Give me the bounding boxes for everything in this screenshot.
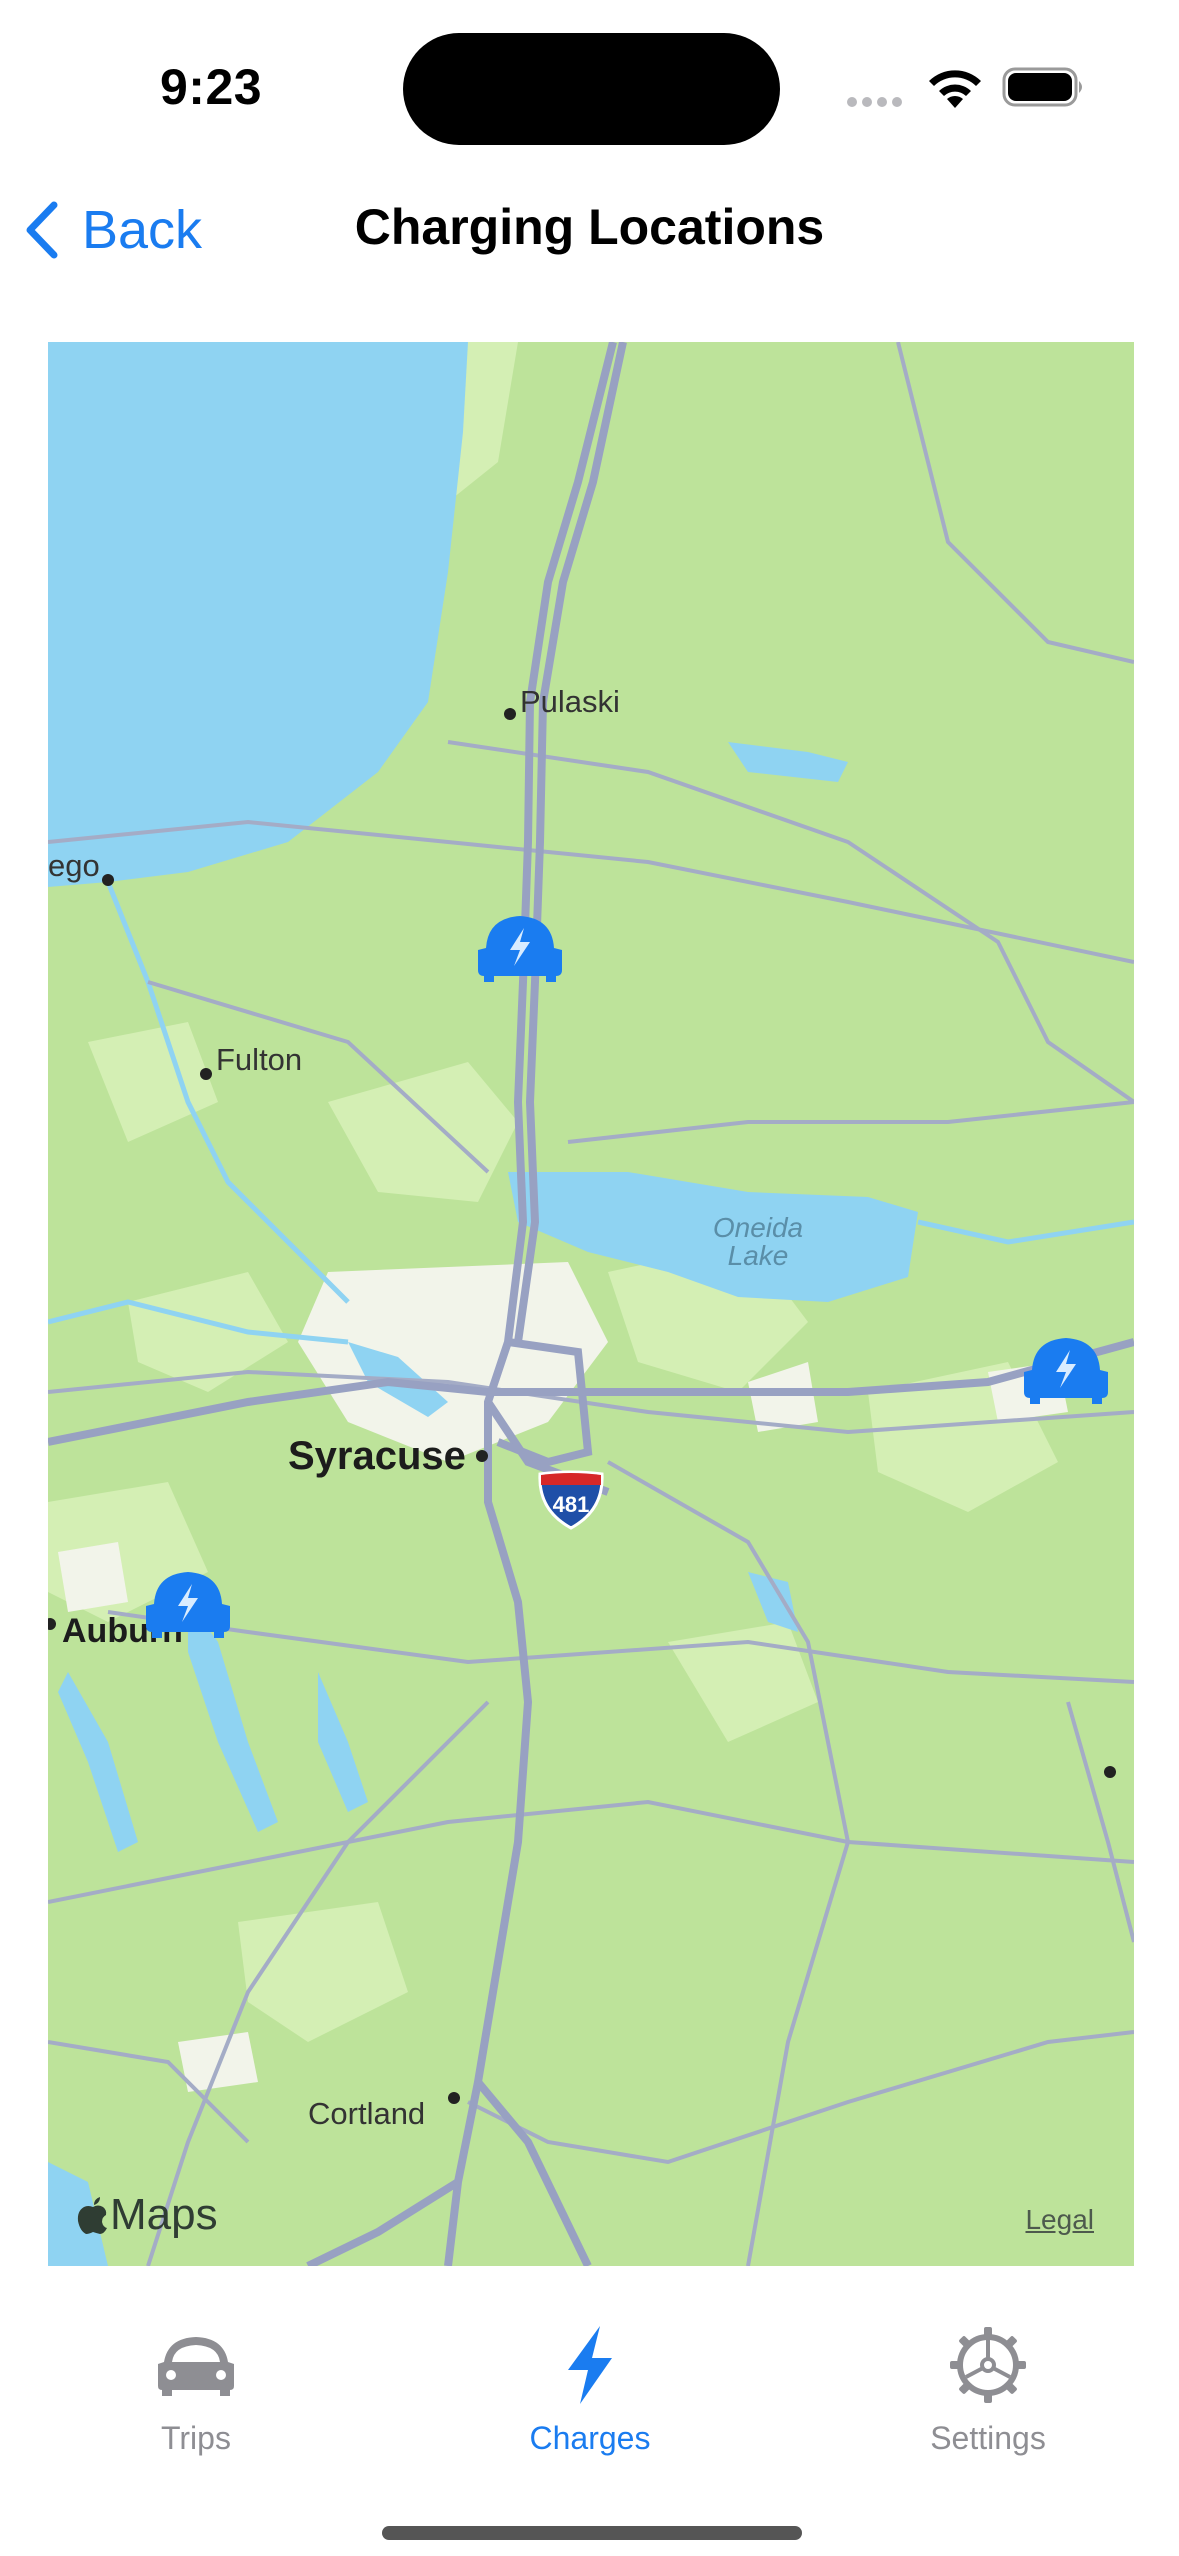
wifi-icon — [929, 70, 981, 108]
tab-trips[interactable]: Trips — [76, 2322, 316, 2457]
tab-bar: Trips Charges Settings — [0, 2266, 1179, 2556]
place-label-pulaski: Pulaski — [520, 684, 620, 719]
dynamic-island — [403, 33, 780, 145]
place-label-fulton: Fulton — [216, 1042, 303, 1077]
lake-label-oneida: Oneida Lake — [688, 1214, 828, 1270]
town-dot — [200, 1068, 212, 1080]
apple-logo-icon — [77, 2197, 107, 2234]
interstate-shield-number: 481 — [553, 1492, 590, 1517]
town-dot — [102, 874, 114, 886]
status-time: 9:23 — [160, 59, 263, 115]
lake-label-line2: Lake — [727, 1240, 789, 1271]
gear-icon — [950, 2327, 1026, 2403]
interstate-shield-icon: 481 — [538, 1470, 604, 1530]
legal-link[interactable]: Legal — [1025, 2204, 1094, 2236]
lake-label-line1: Oneida — [712, 1212, 804, 1243]
battery-icon — [1002, 67, 1082, 107]
maps-attribution: Maps — [76, 2190, 218, 2240]
town-dot — [1104, 1766, 1116, 1778]
charger-pin-auburn[interactable] — [142, 1564, 234, 1640]
place-label-cortland: Cortland — [308, 2096, 426, 2131]
tab-charges[interactable]: Charges — [470, 2322, 710, 2457]
page-title: Charging Locations — [354, 199, 825, 255]
tab-trips-label: Trips — [161, 2420, 231, 2456]
place-label-oswego: ego — [48, 848, 100, 883]
city-dot — [476, 1450, 488, 1462]
place-label-syracuse: Syracuse — [288, 1434, 466, 1478]
town-dot — [448, 2092, 460, 2104]
tab-charges-label: Charges — [529, 2420, 651, 2456]
charger-pin-pulaski[interactable] — [474, 908, 566, 984]
bolt-icon — [568, 2326, 612, 2404]
home-indicator — [382, 2526, 802, 2540]
charger-pin-east[interactable] — [1020, 1330, 1112, 1406]
tab-settings-label: Settings — [930, 2420, 1046, 2456]
map-terrain — [48, 342, 1134, 2266]
town-dot — [504, 708, 516, 720]
maps-attribution-label: Maps — [110, 2190, 218, 2239]
tab-settings[interactable]: Settings — [868, 2322, 1108, 2457]
cellular-signal-icon — [847, 94, 909, 108]
charging-map[interactable]: Pulaski ego Fulton Oneida Lake Syracuse … — [48, 342, 1134, 2266]
car-icon — [158, 2337, 234, 2396]
